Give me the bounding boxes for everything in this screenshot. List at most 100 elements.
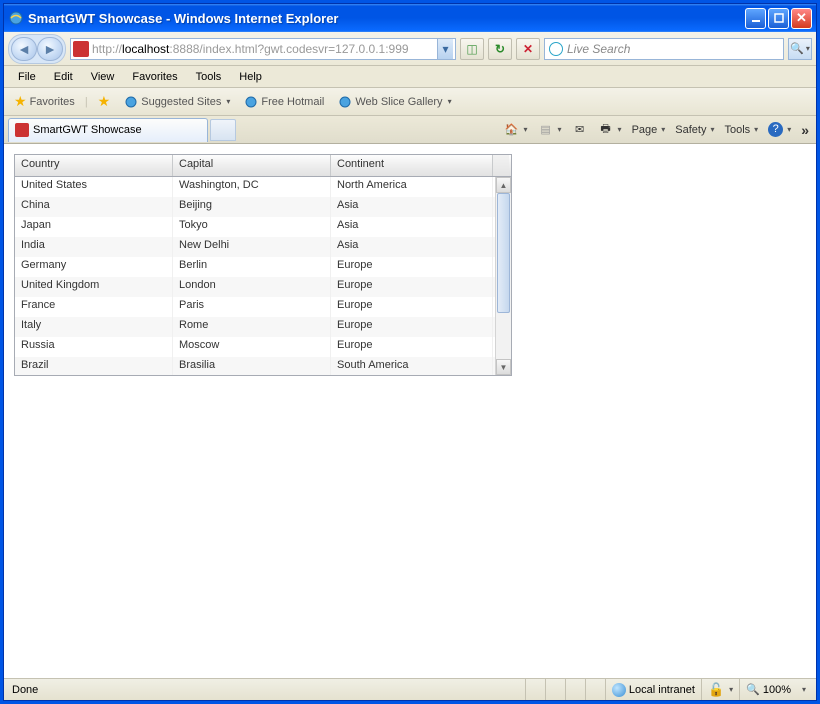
cell-country: India <box>15 237 173 257</box>
cell-country: Brazil <box>15 357 173 375</box>
zoom-control[interactable]: 🔍 100% ▾ <box>739 679 812 700</box>
rss-icon: ▤ <box>538 122 554 138</box>
cell-country: United States <box>15 177 173 197</box>
new-tab-button[interactable] <box>210 119 236 141</box>
table-row[interactable]: GermanyBerlinEurope <box>15 257 495 277</box>
status-bar: Done Local intranet 🔓 ▾ 🔍 100% ▾ <box>4 678 816 700</box>
tools-menu[interactable]: Tools▾ <box>721 122 761 138</box>
address-row: ◄ ► http://localhost:8888/index.html?gwt… <box>4 32 816 66</box>
tab-row: SmartGWT Showcase 🏠▾ ▤▾ ✉ 🖶▾ Page▾ Safet… <box>4 116 816 144</box>
menu-file[interactable]: File <box>10 69 44 85</box>
tab-smartgwt[interactable]: SmartGWT Showcase <box>8 118 208 142</box>
header-country[interactable]: Country <box>15 155 173 176</box>
address-bar[interactable]: http://localhost:8888/index.html?gwt.cod… <box>70 38 456 60</box>
scroll-track[interactable] <box>496 193 511 359</box>
cell-capital: Brasilia <box>173 357 331 375</box>
grid-rows: United StatesWashington, DCNorth America… <box>15 177 495 375</box>
ie-icon <box>8 10 24 26</box>
grid-scrollbar[interactable]: ▲ ▼ <box>495 177 511 375</box>
star-add-icon: ★ <box>98 93 111 110</box>
page-menu[interactable]: Page▾ <box>629 122 669 138</box>
safety-label: Safety <box>675 124 706 136</box>
ie-small-icon <box>244 95 258 109</box>
help-icon: ? <box>768 122 783 137</box>
bing-icon <box>549 42 563 56</box>
command-overflow[interactable]: » <box>798 122 812 138</box>
address-text: http://localhost:8888/index.html?gwt.cod… <box>92 42 437 56</box>
search-icon: 🔍 <box>790 42 804 55</box>
table-row[interactable]: United KingdomLondonEurope <box>15 277 495 297</box>
cell-continent: Asia <box>331 197 493 217</box>
chevron-down-icon: ▾ <box>448 97 452 106</box>
grid-header: Country Capital Continent <box>15 155 511 177</box>
menu-help[interactable]: Help <box>231 69 270 85</box>
cell-capital: New Delhi <box>173 237 331 257</box>
scroll-up-button[interactable]: ▲ <box>496 177 511 193</box>
table-row[interactable]: ItalyRomeEurope <box>15 317 495 337</box>
add-favorite-button[interactable]: ★ <box>94 91 115 112</box>
status-panel <box>545 679 565 700</box>
protected-mode[interactable]: 🔓 ▾ <box>701 679 739 700</box>
header-scroll-spacer <box>493 155 509 176</box>
read-mail-button[interactable]: ✉ <box>569 120 591 140</box>
feeds-button[interactable]: ▤▾ <box>535 120 565 140</box>
home-icon: 🏠 <box>504 122 520 138</box>
tools-label: Tools <box>724 124 750 136</box>
header-continent[interactable]: Continent <box>331 155 493 176</box>
compat-view-button[interactable]: ◫ <box>460 38 484 60</box>
table-row[interactable]: FranceParisEurope <box>15 297 495 317</box>
favorites-label: Favorites <box>30 96 75 108</box>
cell-continent: Europe <box>331 337 493 357</box>
search-placeholder: Live Search <box>567 42 630 56</box>
table-row[interactable]: United StatesWashington, DCNorth America <box>15 177 495 197</box>
cell-continent: Asia <box>331 217 493 237</box>
header-capital[interactable]: Capital <box>173 155 331 176</box>
menu-tools[interactable]: Tools <box>188 69 230 85</box>
cell-capital: London <box>173 277 331 297</box>
search-button[interactable]: 🔍▾ <box>788 38 812 60</box>
cell-capital: Washington, DC <box>173 177 331 197</box>
address-dropdown[interactable]: ▾ <box>437 39 453 59</box>
table-row[interactable]: RussiaMoscowEurope <box>15 337 495 357</box>
compat-icon: ◫ <box>466 42 477 56</box>
free-hotmail-link[interactable]: Free Hotmail <box>240 93 328 111</box>
favorites-button[interactable]: ★ Favorites <box>10 91 79 112</box>
forward-button[interactable]: ► <box>37 37 63 61</box>
cell-capital: Rome <box>173 317 331 337</box>
refresh-button[interactable]: ↻ <box>488 38 512 60</box>
cell-continent: Europe <box>331 297 493 317</box>
table-row[interactable]: BrazilBrasiliaSouth America <box>15 357 495 375</box>
maximize-button[interactable] <box>768 8 789 29</box>
cell-country: Russia <box>15 337 173 357</box>
security-zone[interactable]: Local intranet <box>605 679 701 700</box>
back-button[interactable]: ◄ <box>11 37 37 61</box>
scroll-thumb[interactable] <box>497 193 510 313</box>
zoom-icon: 🔍 <box>746 683 760 696</box>
table-row[interactable]: JapanTokyoAsia <box>15 217 495 237</box>
menu-favorites[interactable]: Favorites <box>124 69 185 85</box>
table-row[interactable]: IndiaNew DelhiAsia <box>15 237 495 257</box>
cell-capital: Moscow <box>173 337 331 357</box>
menu-view[interactable]: View <box>83 69 123 85</box>
search-field[interactable]: Live Search <box>544 38 784 60</box>
safety-menu[interactable]: Safety▾ <box>672 122 717 138</box>
cell-country: United Kingdom <box>15 277 173 297</box>
cell-capital: Paris <box>173 297 331 317</box>
favorites-bar: ★ Favorites | ★ Suggested Sites ▾ Free H… <box>4 88 816 116</box>
cell-continent: South America <box>331 357 493 375</box>
print-button[interactable]: 🖶▾ <box>595 120 625 140</box>
minimize-button[interactable] <box>745 8 766 29</box>
close-button[interactable]: ✕ <box>791 8 812 29</box>
menu-edit[interactable]: Edit <box>46 69 81 85</box>
cell-capital: Beijing <box>173 197 331 217</box>
help-button[interactable]: ?▾ <box>765 120 794 139</box>
print-icon: 🖶 <box>598 122 614 138</box>
tab-label: SmartGWT Showcase <box>33 124 142 136</box>
suggested-sites-link[interactable]: Suggested Sites ▾ <box>120 93 234 111</box>
table-row[interactable]: ChinaBeijingAsia <box>15 197 495 217</box>
home-button[interactable]: 🏠▾ <box>501 120 531 140</box>
lock-open-icon: 🔓 <box>708 682 724 698</box>
stop-button[interactable]: ✕ <box>516 38 540 60</box>
web-slice-link[interactable]: Web Slice Gallery ▾ <box>334 93 455 111</box>
scroll-down-button[interactable]: ▼ <box>496 359 511 375</box>
